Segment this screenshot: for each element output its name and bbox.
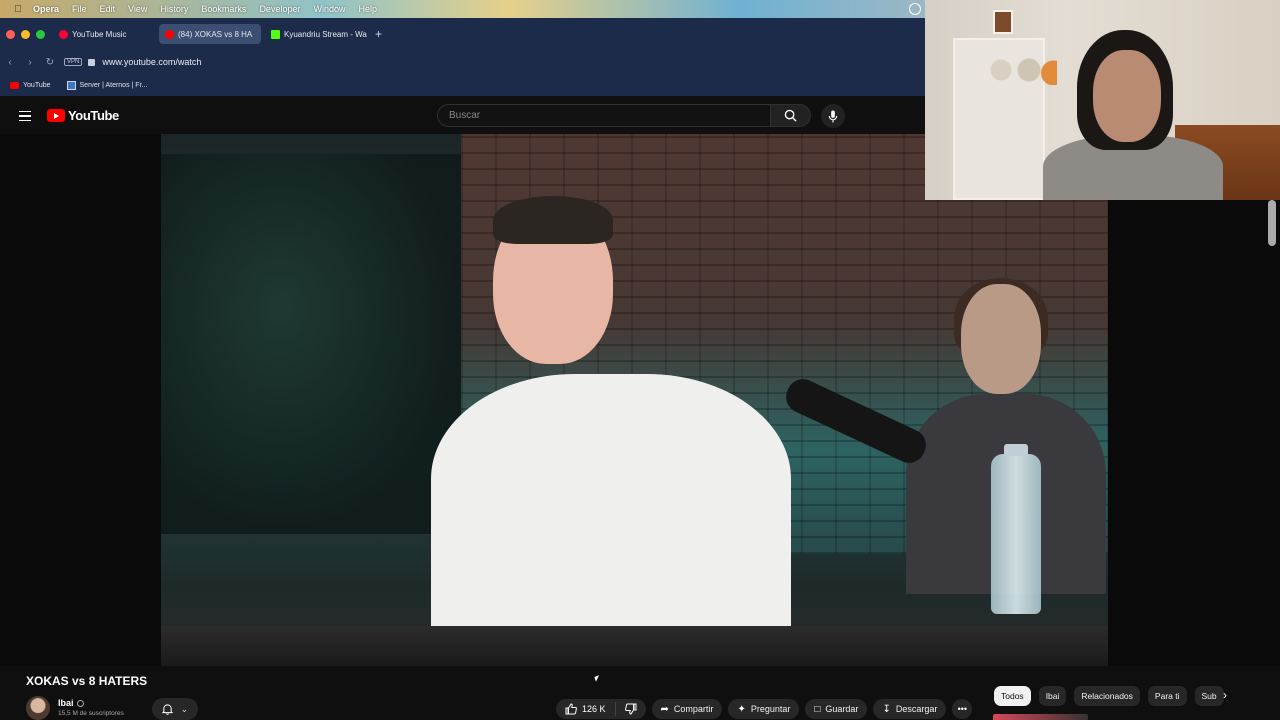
vpn-badge[interactable]: VPN [64,58,83,66]
tab-label: (84) XOKAS vs 8 HA [178,29,253,39]
menu-edit[interactable]: Edit [100,4,116,14]
tab-label: YouTube Music [72,29,127,39]
bookmark-icon: □ [814,703,821,715]
back-icon[interactable]: ‹ [0,57,20,68]
chevron-right-icon[interactable]: › [1223,688,1227,702]
tab-youtube-music[interactable]: YouTube Music [53,24,155,44]
bookmark-youtube[interactable]: YouTube [10,81,51,89]
video-player[interactable] [0,134,1280,666]
video-scene-desk [161,626,1108,666]
ask-label: Preguntar [750,704,791,714]
sparkle-icon: ✦ [737,703,746,715]
minimize-window-button[interactable] [21,29,30,39]
share-button[interactable]: ➦ Compartir [651,699,723,719]
chip-related[interactable]: Relacionados [1074,686,1140,706]
forward-icon[interactable]: › [20,57,40,68]
webcam-overlay [925,0,1280,200]
video-scene-plant [161,154,461,534]
channel-avatar[interactable] [26,696,50,720]
search-input[interactable]: Buscar [437,104,771,127]
chip-for-you[interactable]: Para ti [1147,686,1187,706]
verified-icon [76,700,84,708]
url-field[interactable]: www.youtube.com/watch [102,57,201,67]
video-scene-water-bottle [991,444,1041,614]
menu-history[interactable]: History [160,4,188,14]
tab-label: Kyuandriu Stream - Wat [284,29,367,39]
youtube-wordmark: YouTube [68,108,119,123]
youtube-icon [10,81,19,89]
close-window-button[interactable] [6,29,15,39]
menu-view[interactable]: View [128,4,147,14]
like-dislike-group: 126 K [556,699,646,719]
thumbs-down-icon [624,703,637,715]
bookmarks-bar: YouTube Server | Aternos | Fr... [0,74,925,96]
menu-developer[interactable]: Developer [259,4,300,14]
thumbs-up-icon [565,703,577,715]
macos-menu-bar:  Opera File Edit View History Bookmarks… [0,0,925,18]
youtube-play-icon [47,109,65,122]
menu-opera[interactable]: Opera [33,4,59,14]
maximize-window-button[interactable] [36,29,45,39]
subscriber-count: 15,5 M de suscriptores [58,710,124,717]
mouse-cursor-icon [594,675,601,682]
download-button[interactable]: ↧ Descargar [873,699,947,719]
voice-search-button[interactable] [821,104,845,128]
video-scene-person-center [431,196,791,636]
youtube-logo[interactable]: YouTube [47,108,119,123]
video-frame[interactable] [161,134,1108,666]
chip-subscriptions[interactable]: Sub [1194,686,1224,706]
like-button[interactable]: 126 K [556,702,616,716]
tab-current-video[interactable]: (84) XOKAS vs 8 HA [159,24,261,44]
search-icon [784,109,797,122]
microphone-icon [828,109,838,123]
lock-icon[interactable] [88,58,96,66]
menu-file[interactable]: File [72,4,87,14]
recommendation-filter-chips: Todos Ibai Relacionados Para ti Sub [994,686,1244,706]
window-controls [6,29,45,39]
menu-icon[interactable] [19,111,31,124]
search-button[interactable] [771,104,811,127]
screen:  Opera File Edit View History Bookmarks… [0,0,1280,720]
like-count: 126 K [582,704,606,714]
status-icon[interactable] [909,3,921,15]
browser-tab-bar: YouTube Music (84) XOKAS vs 8 HA Kyuandr… [0,18,925,50]
chevron-down-icon: ⌄ [180,703,189,714]
channel-name-text: Ibai [58,698,74,708]
video-actions: 126 K ➦ Compartir ✦ Preguntar □ Guardar … [556,699,973,719]
channel-info: Ibai 15,5 M de suscriptores [26,696,124,720]
menu-bookmarks[interactable]: Bookmarks [201,4,246,14]
download-label: Descargar [895,704,938,714]
page-scrollbar[interactable] [1268,200,1276,246]
video-title: XOKAS vs 8 HATERS [26,674,148,688]
share-icon: ➦ [660,703,669,715]
reload-icon[interactable]: ↻ [40,57,60,68]
save-label: Guardar [825,704,859,714]
save-button[interactable]: □ Guardar [805,699,868,719]
chip-all[interactable]: Todos [994,686,1031,706]
bookmark-label: Server | Aternos | Fr... [79,81,148,89]
download-icon: ↧ [882,703,891,715]
menu-window[interactable]: Window [313,4,345,14]
share-label: Compartir [673,704,714,714]
aternos-icon [66,80,76,90]
bookmark-label: YouTube [23,81,51,89]
bell-icon [161,704,173,715]
chip-ibai[interactable]: Ibai [1038,686,1067,706]
recommended-video-thumbnail[interactable] [993,714,1088,720]
menu-help[interactable]: Help [358,4,377,14]
notifications-button[interactable]: ⌄ [152,698,198,720]
ask-button[interactable]: ✦ Preguntar [728,699,800,719]
kick-icon [271,29,280,39]
tab-kick-stream[interactable]: Kyuandriu Stream - Wat [265,24,367,44]
apple-icon[interactable]:  [11,3,25,15]
dislike-button[interactable] [616,703,646,715]
more-actions-icon[interactable]: ••• [952,699,973,719]
new-tab-button[interactable]: + [375,27,382,41]
youtube-music-icon [59,29,68,39]
youtube-icon [165,29,174,39]
channel-name[interactable]: Ibai [58,698,124,708]
address-bar: ‹ › ↻ VPN www.youtube.com/watch [0,50,925,74]
bookmark-aternos[interactable]: Server | Aternos | Fr... [66,80,148,90]
